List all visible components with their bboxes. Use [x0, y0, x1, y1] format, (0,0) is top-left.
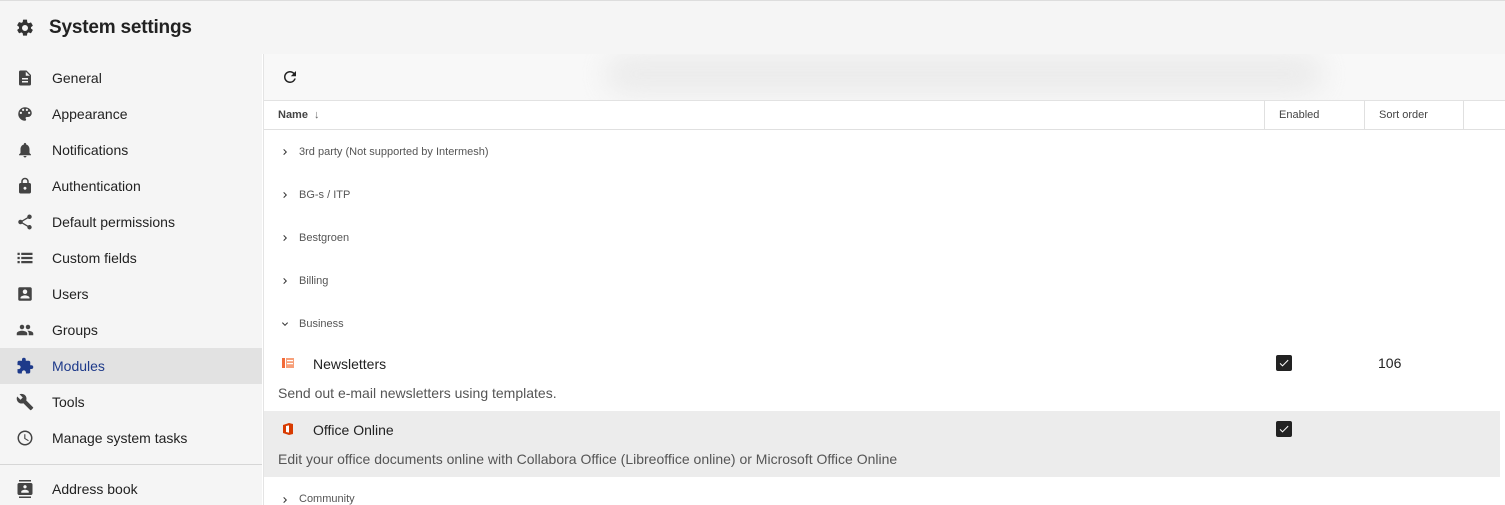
group-row-business[interactable]: Business — [264, 302, 1505, 345]
sidebar-item-appearance[interactable]: Appearance — [0, 96, 262, 132]
sidebar-item-label: Tools — [52, 394, 85, 410]
sidebar-item-general[interactable]: General — [0, 60, 262, 96]
sidebar-item-modules[interactable]: Modules — [0, 348, 262, 384]
refresh-button[interactable] — [278, 65, 302, 89]
chevron-right-icon — [278, 188, 292, 202]
column-header-name[interactable]: Name ↓ — [264, 101, 1264, 129]
newsletter-icon — [281, 356, 295, 370]
bell-icon — [15, 140, 35, 160]
group-row-bg-s-itp[interactable]: BG-s / ITP — [264, 173, 1505, 216]
sidebar-item-label: Authentication — [52, 178, 141, 194]
sidebar-item-label: Users — [52, 286, 89, 302]
chevron-right-icon — [278, 231, 292, 245]
app-header: System settings — [0, 0, 1505, 54]
sort-order-value: 106 — [1378, 355, 1402, 371]
toolbar — [264, 54, 1505, 101]
group-label: Bestgroen — [299, 231, 350, 244]
modules-panel: Name ↓ Enabled Sort order 3rd party (Not… — [263, 54, 1505, 505]
sidebar-item-address-book[interactable]: Address book — [0, 471, 262, 505]
group-label: 3rd party (Not supported by Intermesh) — [299, 145, 489, 158]
group-label: Billing — [299, 274, 329, 287]
sort-arrow-icon: ↓ — [313, 109, 320, 121]
enabled-checkbox[interactable] — [1276, 355, 1292, 371]
sidebar-item-label: Address book — [52, 481, 138, 497]
sidebar-item-notifications[interactable]: Notifications — [0, 132, 262, 168]
sidebar-item-custom-fields[interactable]: Custom fields — [0, 240, 262, 276]
sidebar-item-users[interactable]: Users — [0, 276, 262, 312]
palette-icon — [15, 104, 35, 124]
sidebar-item-label: Default permissions — [52, 214, 175, 230]
chevron-down-icon — [278, 317, 292, 331]
sidebar-item-authentication[interactable]: Authentication — [0, 168, 262, 204]
sidebar-item-label: Groups — [52, 322, 98, 338]
people-icon — [15, 320, 35, 340]
gear-icon — [14, 17, 36, 39]
column-enabled-label: Enabled — [1279, 109, 1320, 121]
sidebar-divider — [0, 464, 262, 465]
group-row-community[interactable]: Community — [264, 477, 1505, 505]
account-box-icon — [15, 284, 35, 304]
chevron-right-icon — [278, 493, 292, 505]
document-icon — [15, 68, 35, 88]
column-name-label: Name — [278, 109, 308, 121]
office-icon — [281, 422, 295, 436]
module-description: Send out e-mail newsletters using templa… — [278, 385, 557, 401]
group-row-billing[interactable]: Billing — [264, 259, 1505, 302]
group-label: Community — [299, 493, 355, 505]
sidebar-item-label: Custom fields — [52, 250, 137, 266]
refresh-icon — [281, 68, 299, 86]
grid-header: Name ↓ Enabled Sort order — [264, 101, 1505, 130]
sidebar: General Appearance Notifications Authent… — [0, 54, 262, 505]
sidebar-item-label: Notifications — [52, 142, 129, 158]
module-row-office-online[interactable]: Office Online Edit your office documents… — [264, 411, 1500, 477]
chevron-right-icon — [278, 145, 292, 159]
list-icon — [15, 248, 35, 268]
group-row-bestgroen[interactable]: Bestgroen — [264, 216, 1505, 259]
chevron-right-icon — [278, 274, 292, 288]
module-name: Office Online — [313, 422, 394, 438]
sidebar-item-label: Manage system tasks — [52, 430, 188, 446]
enabled-checkbox[interactable] — [1276, 421, 1292, 437]
sidebar-item-label: Modules — [52, 358, 105, 374]
lock-icon — [15, 176, 35, 196]
sidebar-item-default-permissions[interactable]: Default permissions — [0, 204, 262, 240]
contacts-icon — [15, 479, 35, 499]
column-header-enabled[interactable]: Enabled — [1264, 101, 1364, 129]
sidebar-item-label: Appearance — [52, 106, 128, 122]
module-row-newsletters[interactable]: Newsletters Send out e-mail newsletters … — [264, 345, 1505, 411]
module-name: Newsletters — [313, 356, 387, 372]
blurred-region — [604, 54, 1324, 94]
group-label: BG-s / ITP — [299, 188, 351, 201]
sidebar-item-tools[interactable]: Tools — [0, 384, 262, 420]
page-title: System settings — [49, 16, 192, 38]
sidebar-item-manage-system-tasks[interactable]: Manage system tasks — [0, 420, 262, 456]
clock-icon — [15, 428, 35, 448]
sidebar-item-groups[interactable]: Groups — [0, 312, 262, 348]
column-sort-label: Sort order — [1379, 109, 1428, 121]
share-icon — [15, 212, 35, 232]
group-label: Business — [299, 317, 344, 330]
puzzle-icon — [15, 356, 35, 376]
module-description: Edit your office documents online with C… — [278, 451, 898, 467]
column-header-sort-order[interactable]: Sort order — [1364, 101, 1464, 129]
wrench-icon — [15, 392, 35, 412]
group-row-3rd-party[interactable]: 3rd party (Not supported by Intermesh) — [264, 130, 1505, 173]
sidebar-item-label: General — [52, 70, 102, 86]
